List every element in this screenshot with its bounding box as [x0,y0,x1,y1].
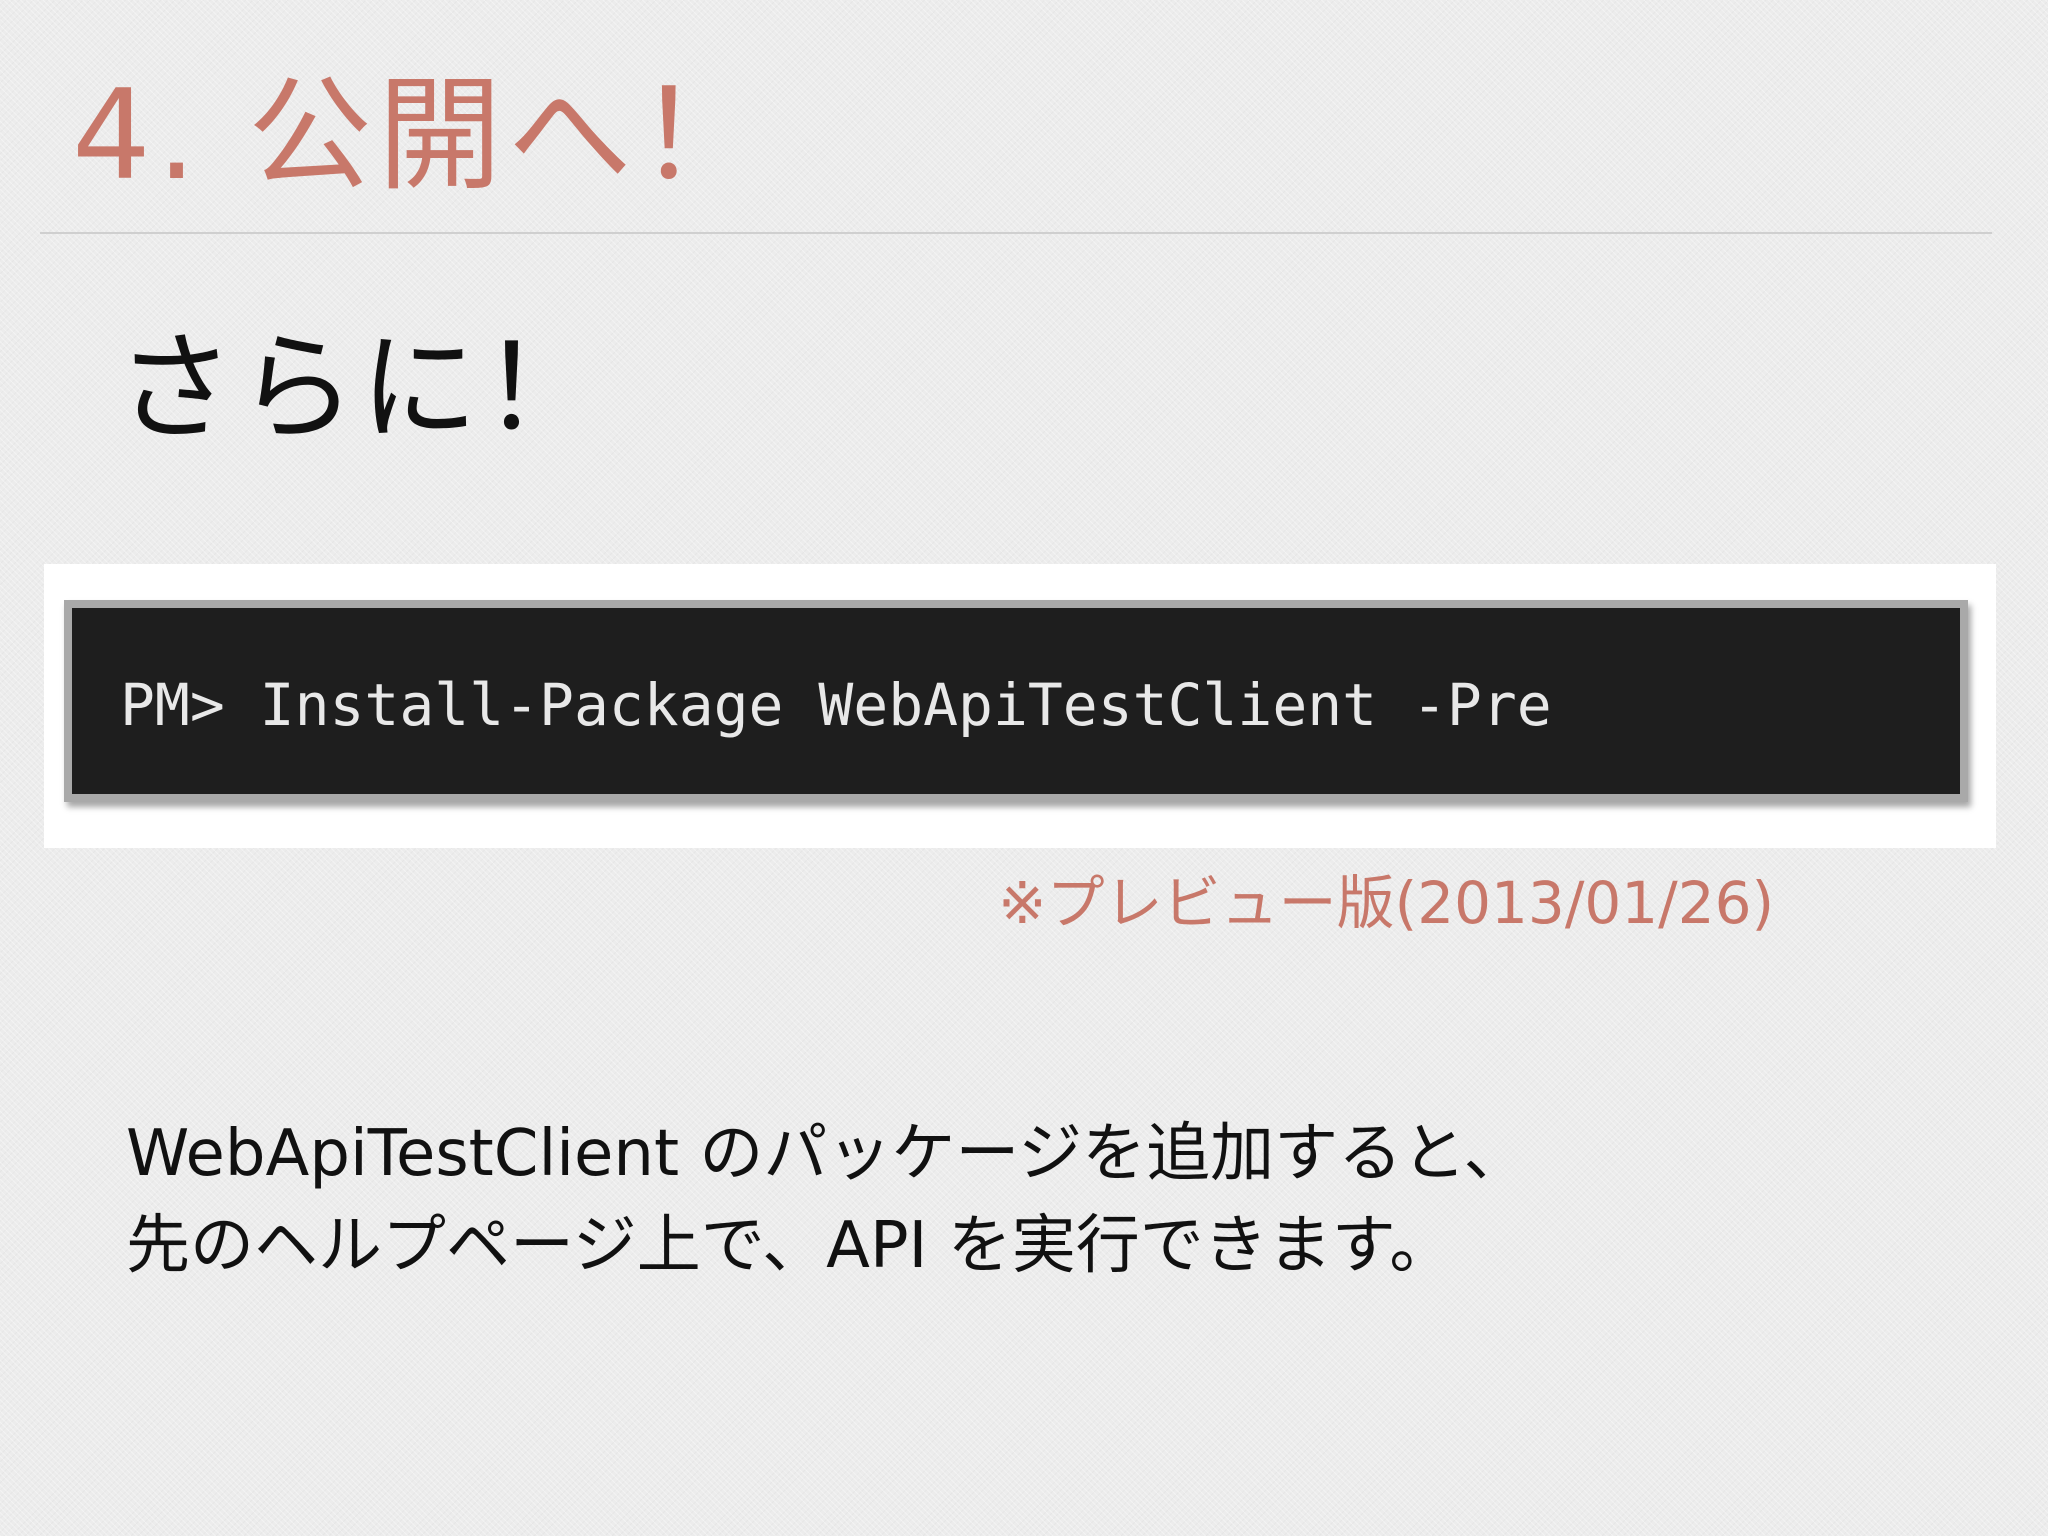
body-line: 先のヘルプページ上で、API を実行できます。 [126,1209,1454,1283]
package-manager-console: PM> Install-Package WebApiTestClient -Pr… [64,600,1968,802]
body-line: WebApiTestClient のパッケージを追加すると、 [126,1117,1528,1191]
title-divider [40,232,1992,234]
preview-note: ※プレビュー版(2013/01/26) [998,869,1775,937]
subheading: さらに！ [116,319,605,457]
slide-title: 4. 公開へ！ [72,64,768,208]
body-text: WebApiTestClient のパッケージを追加すると、 先のヘルプページ上… [126,1108,1528,1292]
console-command: PM> Install-Package WebApiTestClient -Pr… [120,671,1552,739]
